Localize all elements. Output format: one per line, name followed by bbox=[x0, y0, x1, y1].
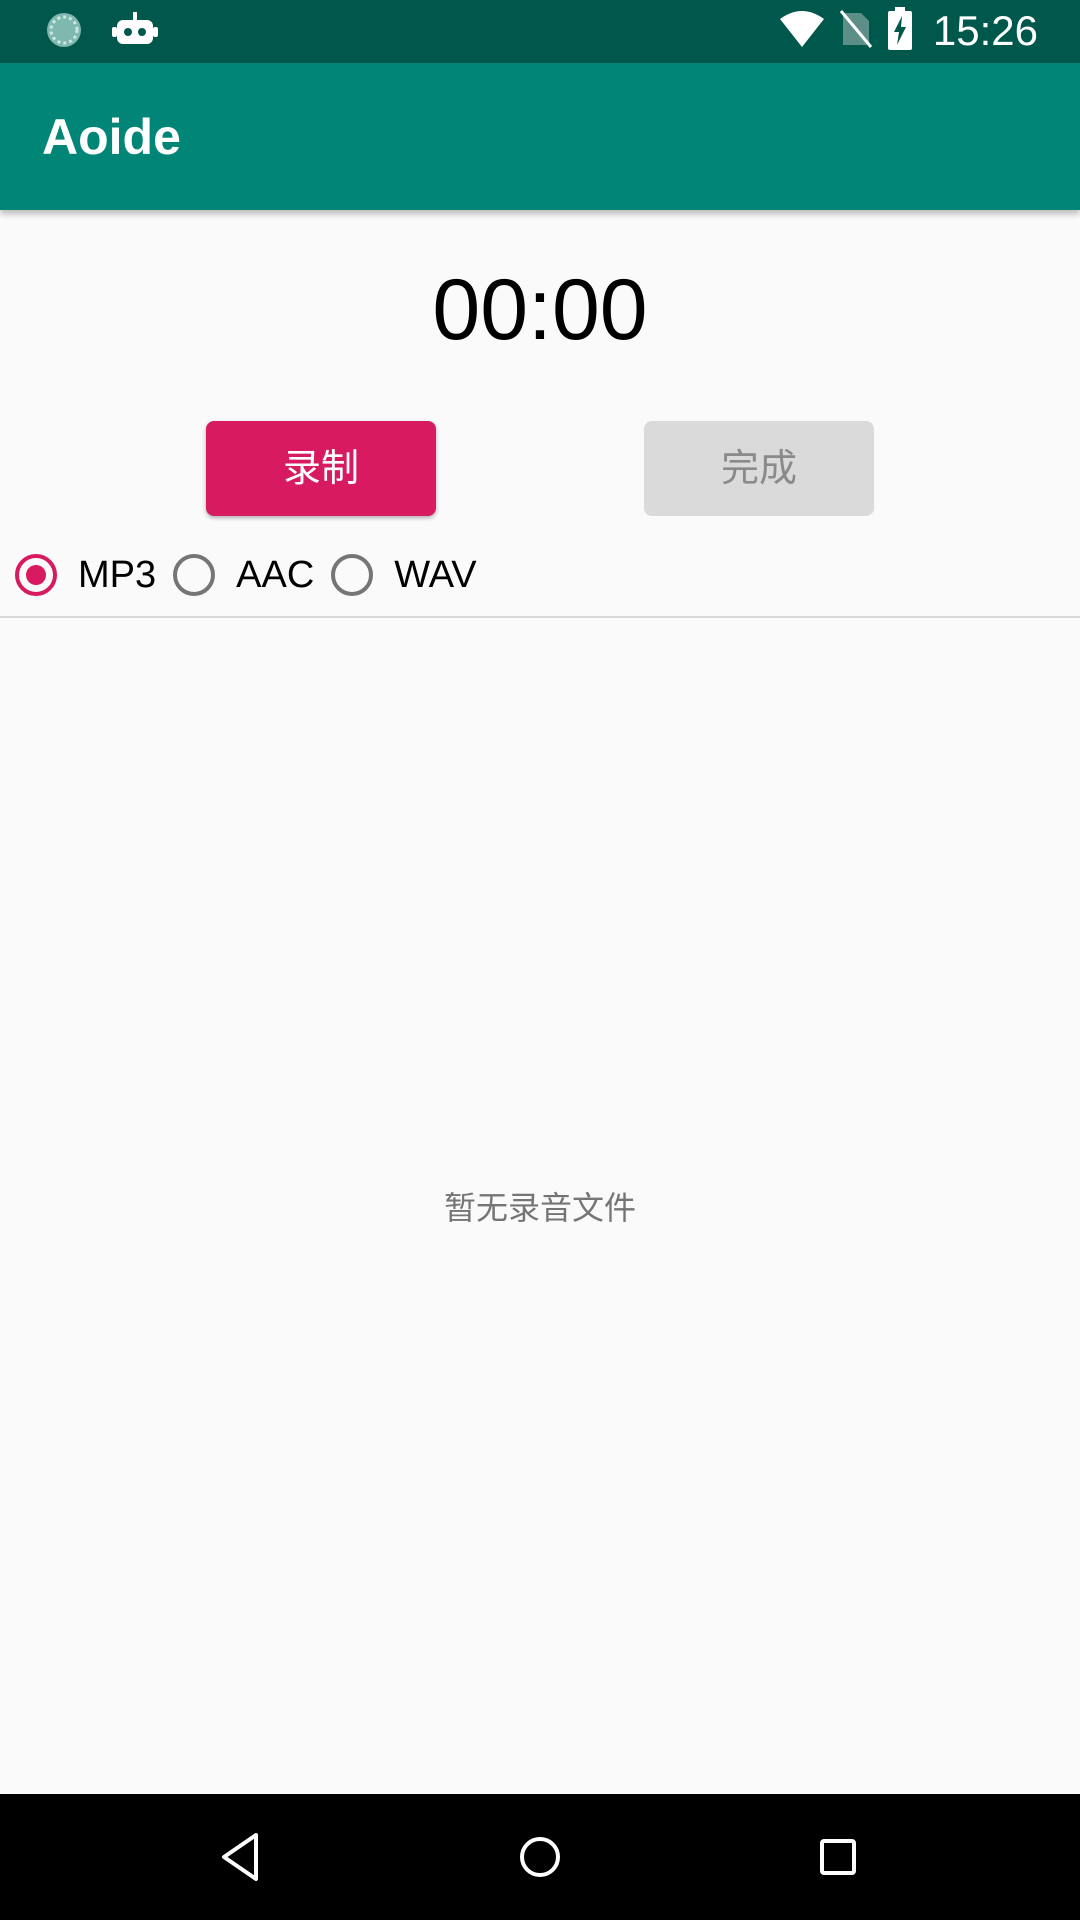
format-label: MP3 bbox=[78, 553, 157, 596]
format-option-aac[interactable]: AAC bbox=[172, 553, 314, 597]
recents-icon[interactable] bbox=[808, 1827, 868, 1887]
format-label: WAV bbox=[394, 553, 477, 596]
recording-timer: 00:00 bbox=[432, 262, 648, 358]
home-icon[interactable] bbox=[510, 1827, 570, 1887]
format-radio-group: MP3 AAC WAV bbox=[14, 545, 493, 605]
empty-recordings-message: 暂无录音文件 bbox=[443, 1189, 636, 1227]
no-sim-icon bbox=[839, 9, 873, 53]
android-debug-icon bbox=[112, 10, 158, 54]
radio-unchecked-icon[interactable] bbox=[172, 553, 216, 597]
navigation-bar bbox=[0, 1794, 1080, 1920]
back-icon[interactable] bbox=[212, 1827, 272, 1887]
done-button[interactable]: 完成 bbox=[644, 421, 874, 516]
wifi-icon bbox=[779, 9, 825, 53]
status-bar: 15:26 bbox=[0, 0, 1080, 63]
format-option-mp3[interactable]: MP3 bbox=[14, 553, 156, 597]
record-button[interactable]: 录制 bbox=[206, 421, 436, 516]
app-title: Aoide bbox=[42, 109, 181, 165]
format-option-wav[interactable]: WAV bbox=[330, 553, 477, 597]
radio-unchecked-icon[interactable] bbox=[330, 553, 374, 597]
divider bbox=[0, 616, 1080, 618]
radio-checked-icon[interactable] bbox=[14, 553, 58, 597]
app-bar: Aoide bbox=[0, 63, 1080, 210]
system-icons: 15:26 bbox=[779, 6, 1038, 56]
battery-charging-icon bbox=[887, 7, 913, 55]
sync-icon bbox=[44, 10, 84, 54]
notification-icons bbox=[44, 10, 158, 54]
format-label: AAC bbox=[236, 553, 315, 596]
clock: 15:26 bbox=[932, 7, 1038, 54]
